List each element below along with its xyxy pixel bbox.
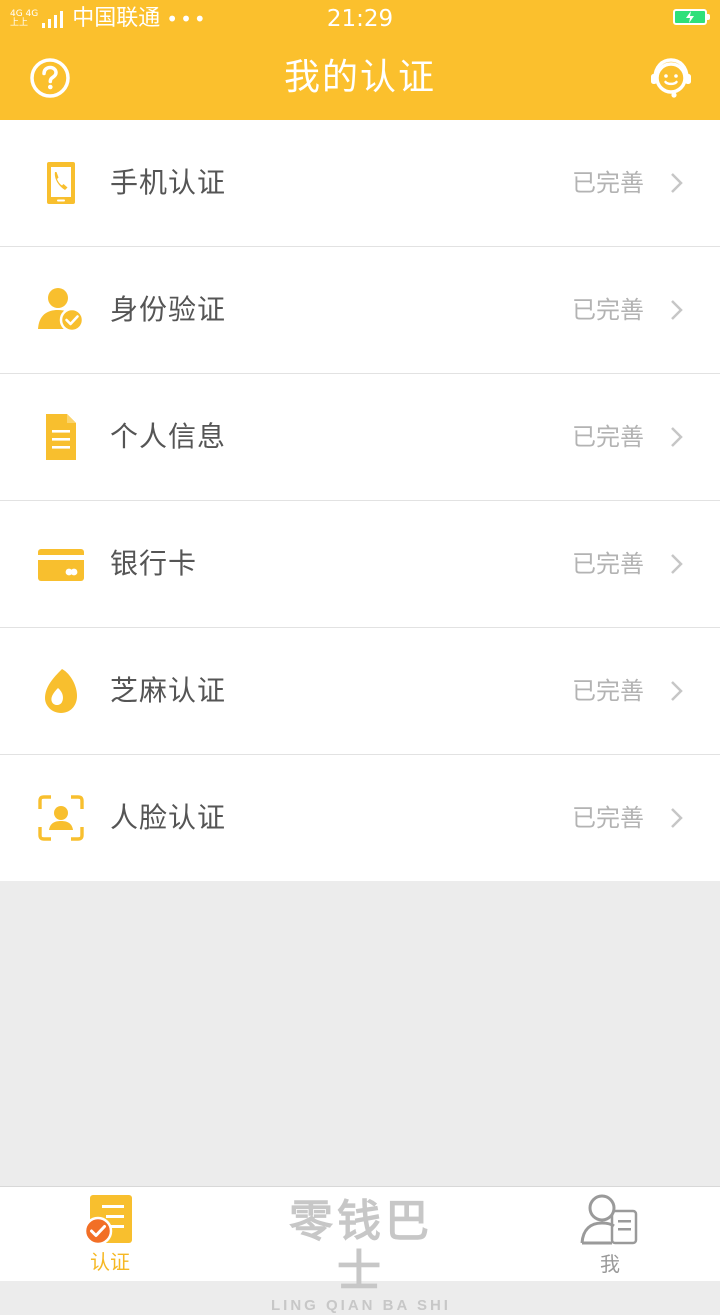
battery-icon <box>673 9 710 25</box>
user-profile-icon <box>580 1194 638 1245</box>
certification-list: 手机认证 已完善 身份验证 已完善 个人信息 已完善 银行卡 已完善 芝麻认证 … <box>0 120 720 881</box>
cert-item-identity[interactable]: 身份验证 已完善 <box>0 247 720 374</box>
customer-service-icon <box>651 58 691 98</box>
cert-item-label: 身份验证 <box>110 293 227 326</box>
cert-item-label: 芝麻认证 <box>110 674 227 707</box>
bottom-tab-bar: 认证 零钱巴士 LING QIAN BA SHI 我 <box>0 1186 720 1315</box>
chevron-right-icon <box>671 173 683 193</box>
bank-card-icon <box>38 549 84 581</box>
chevron-right-icon <box>671 427 683 447</box>
brand-logo-cn: 零钱巴士 <box>289 1196 433 1297</box>
status-time: 21:29 <box>326 6 394 32</box>
cert-item-status: 已完善 <box>572 804 644 832</box>
cert-item-status: 已完善 <box>572 423 644 451</box>
header: 4G 4G 上上 中国联通 ••• 21:29 我的认证 <box>0 0 720 120</box>
phone-icon <box>47 162 75 204</box>
customer-service-button[interactable] <box>648 54 694 100</box>
cert-item-status: 已完善 <box>572 169 644 197</box>
cert-item-label: 手机认证 <box>110 166 227 199</box>
brand-logo: 零钱巴士 LING QIAN BA SHI <box>266 1197 456 1315</box>
chevron-right-icon <box>671 681 683 701</box>
user-verified-icon <box>38 288 85 333</box>
cert-item-phone[interactable]: 手机认证 已完善 <box>0 120 720 247</box>
cert-item-label: 人脸认证 <box>110 801 227 834</box>
tab-me-label: 我 <box>600 1252 620 1276</box>
cert-item-status: 已完善 <box>572 550 644 578</box>
chevron-right-icon <box>671 554 683 574</box>
certification-tab-icon <box>83 1195 132 1246</box>
cert-item-status: 已完善 <box>572 677 644 705</box>
tab-certification[interactable]: 认证 <box>68 1187 152 1281</box>
cert-item-sesame[interactable]: 芝麻认证 已完善 <box>0 628 720 755</box>
brand-logo-en: LING QIAN BA SHI <box>271 1297 451 1314</box>
cert-item-personal-info[interactable]: 个人信息 已完善 <box>0 374 720 501</box>
cert-item-bank-card[interactable]: 银行卡 已完善 <box>0 501 720 628</box>
chevron-right-icon <box>671 808 683 828</box>
status-bar: 4G 4G 上上 中国联通 ••• 21:29 <box>0 0 720 38</box>
tab-certification-label: 认证 <box>90 1250 130 1274</box>
cert-item-status: 已完善 <box>572 296 644 324</box>
chevron-right-icon <box>671 300 683 320</box>
sesame-icon <box>45 669 77 713</box>
cert-item-label: 银行卡 <box>110 547 198 580</box>
face-scan-icon <box>38 795 84 841</box>
cert-item-label: 个人信息 <box>110 420 227 453</box>
tab-me[interactable]: 我 <box>570 1187 650 1281</box>
document-icon <box>46 414 76 460</box>
page-title: 我的认证 <box>283 57 436 98</box>
cert-item-face[interactable]: 人脸认证 已完善 <box>0 755 720 881</box>
